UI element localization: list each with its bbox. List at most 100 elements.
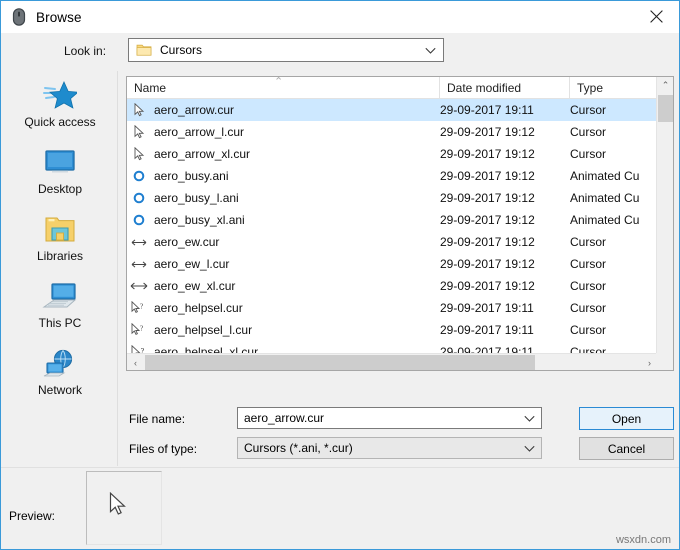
sidebar-item-label: Quick access — [24, 115, 95, 129]
file-name: aero_ew_l.cur — [154, 257, 229, 271]
help-select-icon: ? — [127, 301, 151, 315]
file-name-input[interactable]: aero_arrow.cur — [237, 407, 542, 429]
watermark-text: wsxdn.com — [616, 534, 671, 546]
table-row[interactable]: aero_arrow.cur 29-09-2017 19:11 Cursor — [127, 99, 674, 121]
open-button[interactable]: Open — [579, 407, 674, 430]
file-name-label: File name: — [129, 412, 185, 426]
file-date: 29-09-2017 19:12 — [440, 169, 570, 183]
horizontal-scrollbar[interactable]: ‹ › — [127, 353, 658, 370]
lookin-label: Look in: — [64, 44, 106, 58]
file-list-view: Name ⌃ Date modified Type aero_arrow.cur… — [126, 76, 674, 371]
table-row[interactable]: aero_busy_l.ani 29-09-2017 19:12 Animate… — [127, 187, 674, 209]
column-header-label: Date modified — [447, 81, 521, 95]
sidebar-item-this-pc[interactable]: This PC — [2, 272, 118, 339]
file-rows-container: aero_arrow.cur 29-09-2017 19:11 Cursor a… — [127, 99, 674, 371]
table-row[interactable]: aero_arrow_l.cur 29-09-2017 19:12 Cursor — [127, 121, 674, 143]
resize-ew-icon — [127, 281, 151, 291]
file-name: aero_arrow.cur — [154, 103, 234, 117]
table-row[interactable]: aero_busy_xl.ani 29-09-2017 19:12 Animat… — [127, 209, 674, 231]
horizontal-scrollbar-thumb[interactable] — [145, 355, 535, 370]
computer-icon — [42, 278, 78, 314]
scrollbar-corner — [656, 353, 673, 370]
file-type: Cursor — [570, 103, 656, 117]
column-header-label: Name — [134, 81, 166, 95]
file-name: aero_ew.cur — [154, 235, 219, 249]
arrow-cursor-icon — [127, 147, 151, 161]
file-date: 29-09-2017 19:12 — [440, 257, 570, 271]
file-type: Animated Cu — [570, 169, 656, 183]
table-row[interactable]: aero_ew_l.cur 29-09-2017 19:12 Cursor — [127, 253, 674, 275]
window-title: Browse — [36, 10, 82, 25]
file-name-value: aero_arrow.cur — [244, 411, 324, 425]
column-header-row: Name ⌃ Date modified Type — [127, 77, 673, 99]
close-button[interactable] — [633, 1, 679, 32]
resize-ew-icon — [127, 238, 151, 247]
file-type: Animated Cu — [570, 191, 656, 205]
file-date: 29-09-2017 19:12 — [440, 213, 570, 227]
star-icon — [43, 77, 77, 113]
sidebar-item-quick-access[interactable]: Quick access — [2, 71, 118, 138]
file-date: 29-09-2017 19:11 — [440, 103, 570, 117]
column-header-date-modified[interactable]: Date modified — [440, 77, 570, 99]
scroll-up-icon[interactable]: ⌃ — [657, 77, 674, 94]
chevron-down-icon[interactable] — [524, 412, 535, 426]
scroll-left-icon[interactable]: ‹ — [127, 354, 144, 371]
file-type: Cursor — [570, 235, 656, 249]
table-row[interactable]: aero_ew_xl.cur 29-09-2017 19:12 Cursor — [127, 275, 674, 297]
preview-divider — [1, 467, 679, 468]
files-of-type-label: Files of type: — [129, 442, 197, 456]
sidebar-item-desktop[interactable]: Desktop — [2, 138, 118, 205]
file-name: aero_helpsel_l.cur — [154, 323, 252, 337]
file-name: aero_arrow_xl.cur — [154, 147, 250, 161]
sidebar-item-label: Desktop — [38, 182, 82, 196]
busy-ring-icon — [127, 214, 151, 226]
file-type: Cursor — [570, 257, 656, 271]
lookin-toolbar: Look in: Cursors — [1, 33, 679, 71]
table-row[interactable]: ? aero_helpsel.cur 29-09-2017 19:11 Curs… — [127, 297, 674, 319]
file-type: Animated Cu — [570, 213, 656, 227]
file-name: aero_arrow_l.cur — [154, 125, 244, 139]
vertical-scrollbar[interactable]: ⌃ ⌄ — [656, 77, 673, 370]
table-row[interactable]: ? aero_helpsel_l.cur 29-09-2017 19:11 Cu… — [127, 319, 674, 341]
column-header-type[interactable]: Type — [570, 77, 656, 99]
files-of-type-select[interactable]: Cursors (*.ani, *.cur) — [237, 437, 542, 459]
lookin-combobox[interactable]: Cursors — [128, 38, 444, 62]
file-type: Cursor — [570, 323, 656, 337]
cancel-button[interactable]: Cancel — [579, 437, 674, 460]
svg-text:?: ? — [140, 303, 143, 311]
sort-ascending-icon: ⌃ — [274, 76, 283, 88]
sidebar-item-network[interactable]: Network — [2, 339, 118, 406]
resize-ew-icon — [127, 260, 151, 269]
busy-ring-icon — [127, 192, 151, 204]
file-date: 29-09-2017 19:12 — [440, 191, 570, 205]
mouse-cursor-icon — [10, 8, 28, 26]
column-header-name[interactable]: Name ⌃ — [127, 77, 440, 99]
sidebar-item-label: Libraries — [37, 249, 83, 263]
file-type: Cursor — [570, 147, 656, 161]
vertical-scrollbar-thumb[interactable] — [658, 95, 673, 122]
cancel-button-label: Cancel — [608, 442, 645, 456]
file-name: aero_busy_l.ani — [154, 191, 239, 205]
table-row[interactable]: aero_busy.ani 29-09-2017 19:12 Animated … — [127, 165, 674, 187]
preview-pane — [86, 471, 162, 545]
file-type: Cursor — [570, 301, 656, 315]
sidebar-item-libraries[interactable]: Libraries — [2, 205, 118, 272]
places-sidebar: Quick access Desktop Libr — [2, 71, 118, 466]
preview-label: Preview: — [9, 509, 55, 523]
table-row[interactable]: aero_arrow_xl.cur 29-09-2017 19:12 Curso… — [127, 143, 674, 165]
busy-ring-icon — [127, 170, 151, 182]
column-header-label: Type — [577, 81, 603, 95]
desktop-icon — [42, 144, 78, 180]
file-date: 29-09-2017 19:12 — [440, 235, 570, 249]
chevron-down-icon — [425, 44, 436, 58]
file-type: Cursor — [570, 125, 656, 139]
table-row[interactable]: aero_ew.cur 29-09-2017 19:12 Cursor — [127, 231, 674, 253]
sidebar-item-label: Network — [38, 383, 82, 397]
network-globe-icon — [42, 345, 78, 381]
svg-text:?: ? — [140, 325, 143, 333]
file-type: Cursor — [570, 279, 656, 293]
file-name: aero_busy_xl.ani — [154, 213, 245, 227]
file-name: aero_ew_xl.cur — [154, 279, 235, 293]
files-of-type-value: Cursors (*.ani, *.cur) — [244, 441, 353, 455]
chevron-down-icon[interactable] — [524, 442, 535, 456]
